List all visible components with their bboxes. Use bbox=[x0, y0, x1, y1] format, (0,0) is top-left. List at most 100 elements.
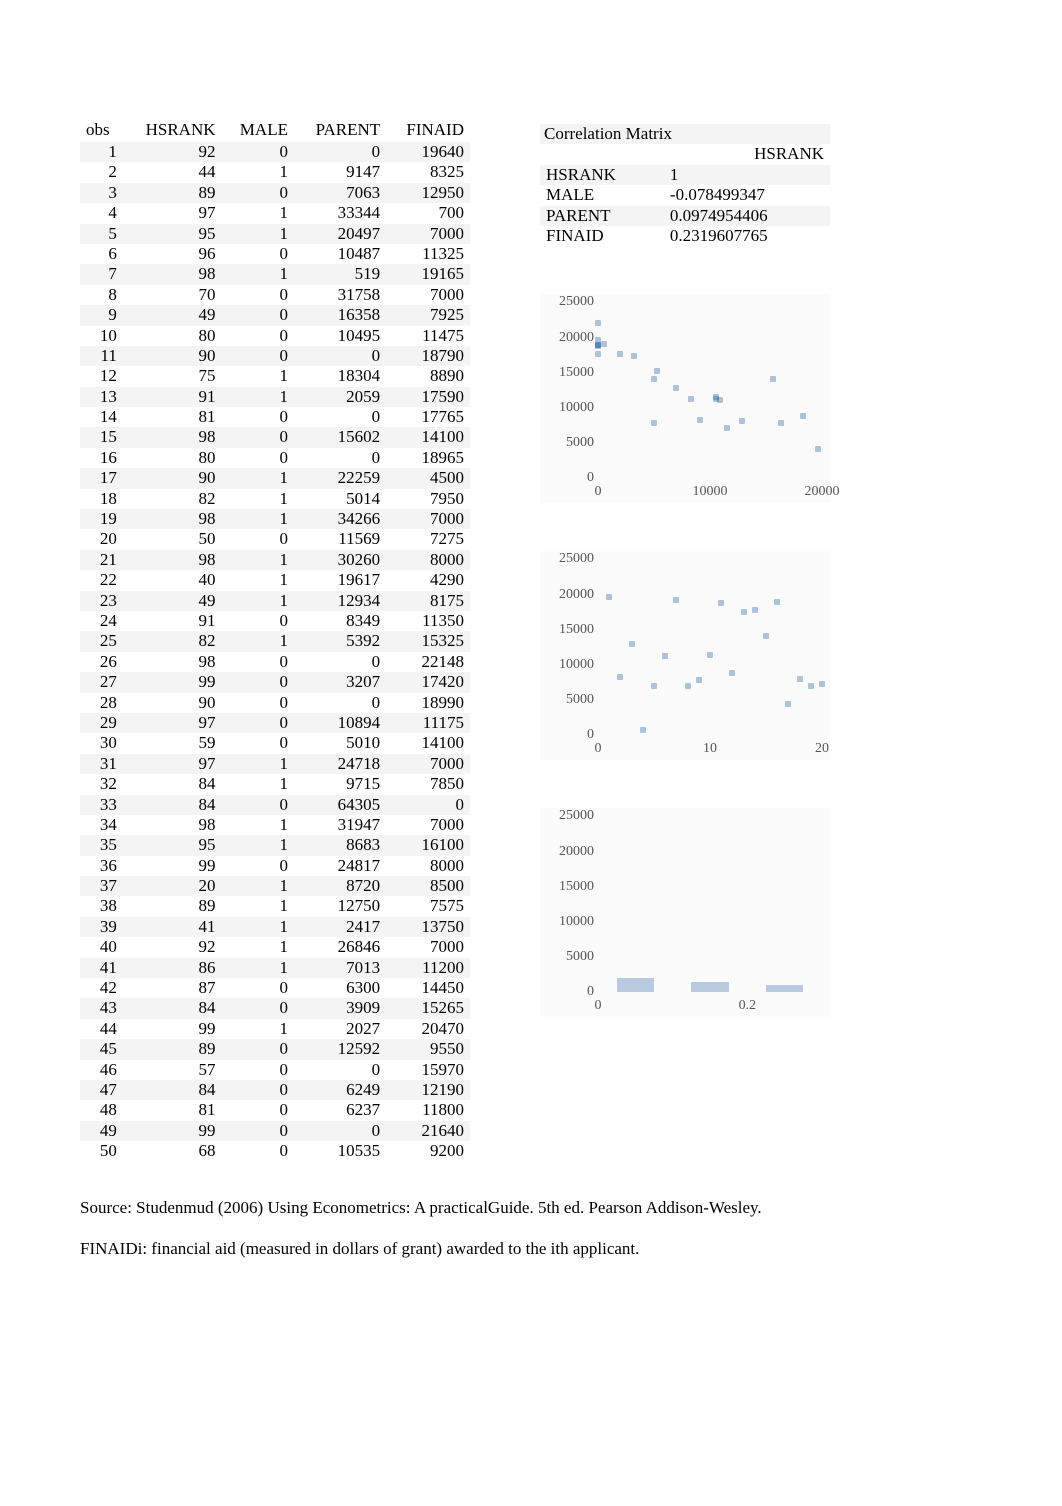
table-cell: 0 bbox=[294, 1060, 386, 1080]
table-row: 47840624912190 bbox=[80, 1080, 470, 1100]
table-cell: 81 bbox=[123, 1100, 222, 1120]
y-tick: 0 bbox=[540, 984, 594, 1000]
corr-value: -0.078499347 bbox=[664, 185, 830, 205]
corr-col-hsrank: HSRANK bbox=[664, 144, 830, 164]
table-row: 35951868316100 bbox=[80, 835, 470, 855]
table-cell: 16 bbox=[80, 448, 123, 468]
table-row: 27990320717420 bbox=[80, 672, 470, 692]
table-cell: 90 bbox=[123, 693, 222, 713]
table-row: 20500115697275 bbox=[80, 529, 470, 549]
table-cell: 37 bbox=[80, 876, 123, 896]
data-point bbox=[651, 420, 657, 426]
data-point bbox=[774, 599, 780, 605]
table-cell: 90 bbox=[123, 468, 222, 488]
table-cell: 0 bbox=[222, 244, 294, 264]
data-point bbox=[707, 652, 713, 658]
table-row: 42870630014450 bbox=[80, 978, 470, 998]
table-cell: 7925 bbox=[386, 305, 470, 325]
table-cell: 57 bbox=[123, 1060, 222, 1080]
table-row: 299701089411175 bbox=[80, 713, 470, 733]
col-hsrank: HSRANK bbox=[123, 120, 222, 142]
table-cell: 0 bbox=[222, 978, 294, 998]
table-cell: 8000 bbox=[386, 550, 470, 570]
data-point bbox=[739, 418, 745, 424]
table-row: 108001049511475 bbox=[80, 326, 470, 346]
table-cell: 44 bbox=[80, 1019, 123, 1039]
table-cell: 4500 bbox=[386, 468, 470, 488]
table-cell: 70 bbox=[123, 285, 222, 305]
x-tick: 0 bbox=[595, 741, 602, 757]
table-cell: 29 bbox=[80, 713, 123, 733]
bar-chart-3: 050001000015000200002500000.2 bbox=[540, 808, 830, 1017]
table-cell: 6300 bbox=[294, 978, 386, 998]
table-cell: 7575 bbox=[386, 896, 470, 916]
data-point bbox=[729, 670, 735, 676]
x-tick: 0 bbox=[595, 484, 602, 500]
table-cell: 5392 bbox=[294, 631, 386, 651]
table-row: 26980022148 bbox=[80, 652, 470, 672]
table-cell: 59 bbox=[123, 733, 222, 753]
table-row: 30590501014100 bbox=[80, 733, 470, 753]
y-tick: 15000 bbox=[540, 365, 594, 381]
table-cell: 19640 bbox=[386, 142, 470, 162]
table-cell: 0 bbox=[222, 305, 294, 325]
data-point bbox=[673, 597, 679, 603]
data-point bbox=[797, 676, 803, 682]
data-point bbox=[640, 727, 646, 733]
table-cell: 21640 bbox=[386, 1121, 470, 1141]
table-cell: 8349 bbox=[294, 611, 386, 631]
table-row: 798151919165 bbox=[80, 264, 470, 284]
scatter-chart-1: 050001000015000200002500001000020000 bbox=[540, 294, 830, 503]
table-cell: 11175 bbox=[386, 713, 470, 733]
y-tick: 5000 bbox=[540, 435, 594, 451]
table-cell: 4290 bbox=[386, 570, 470, 590]
table-row: 21981302608000 bbox=[80, 550, 470, 570]
table-cell: 7000 bbox=[386, 754, 470, 774]
data-point bbox=[770, 376, 776, 382]
table-cell: 0 bbox=[222, 1060, 294, 1080]
table-cell: 1 bbox=[222, 203, 294, 223]
table-row: 13911205917590 bbox=[80, 387, 470, 407]
table-cell: 2 bbox=[80, 162, 123, 182]
bar bbox=[617, 978, 654, 992]
y-tick: 15000 bbox=[540, 622, 594, 638]
table-cell: 99 bbox=[123, 672, 222, 692]
table-cell: 16100 bbox=[386, 835, 470, 855]
table-cell: 98 bbox=[123, 815, 222, 835]
table-cell: 11569 bbox=[294, 529, 386, 549]
table-cell: 82 bbox=[123, 489, 222, 509]
corr-value: 1 bbox=[664, 165, 830, 185]
table-cell: 5010 bbox=[294, 733, 386, 753]
table-cell: 8 bbox=[80, 285, 123, 305]
table-cell: 7000 bbox=[386, 224, 470, 244]
table-cell: 47 bbox=[80, 1080, 123, 1100]
table-cell: 8175 bbox=[386, 591, 470, 611]
data-table-container: obs HSRANK MALE PARENT FINAID 1920019640… bbox=[80, 120, 470, 1162]
table-cell: 5014 bbox=[294, 489, 386, 509]
x-tick: 20000 bbox=[805, 484, 840, 500]
table-cell: 12592 bbox=[294, 1039, 386, 1059]
table-cell: 0 bbox=[294, 1121, 386, 1141]
table-cell: 9550 bbox=[386, 1039, 470, 1059]
table-row: 3284197157850 bbox=[80, 774, 470, 794]
table-cell: 7000 bbox=[386, 285, 470, 305]
table-cell: 3207 bbox=[294, 672, 386, 692]
table-cell: 12950 bbox=[386, 183, 470, 203]
table-cell: 30260 bbox=[294, 550, 386, 570]
table-cell: 25 bbox=[80, 631, 123, 651]
table-cell: 11800 bbox=[386, 1100, 470, 1120]
table-cell: 75 bbox=[123, 366, 222, 386]
data-point bbox=[651, 376, 657, 382]
table-cell: 0 bbox=[294, 652, 386, 672]
table-row: 25821539215325 bbox=[80, 631, 470, 651]
table-cell: 30 bbox=[80, 733, 123, 753]
table-cell: 10495 bbox=[294, 326, 386, 346]
table-cell: 18 bbox=[80, 489, 123, 509]
table-cell: 28 bbox=[80, 693, 123, 713]
table-cell: 0 bbox=[222, 998, 294, 1018]
table-row: 19981342667000 bbox=[80, 509, 470, 529]
table-cell: 1 bbox=[222, 468, 294, 488]
table-cell: 99 bbox=[123, 1019, 222, 1039]
table-cell: 33344 bbox=[294, 203, 386, 223]
data-point bbox=[685, 683, 691, 689]
